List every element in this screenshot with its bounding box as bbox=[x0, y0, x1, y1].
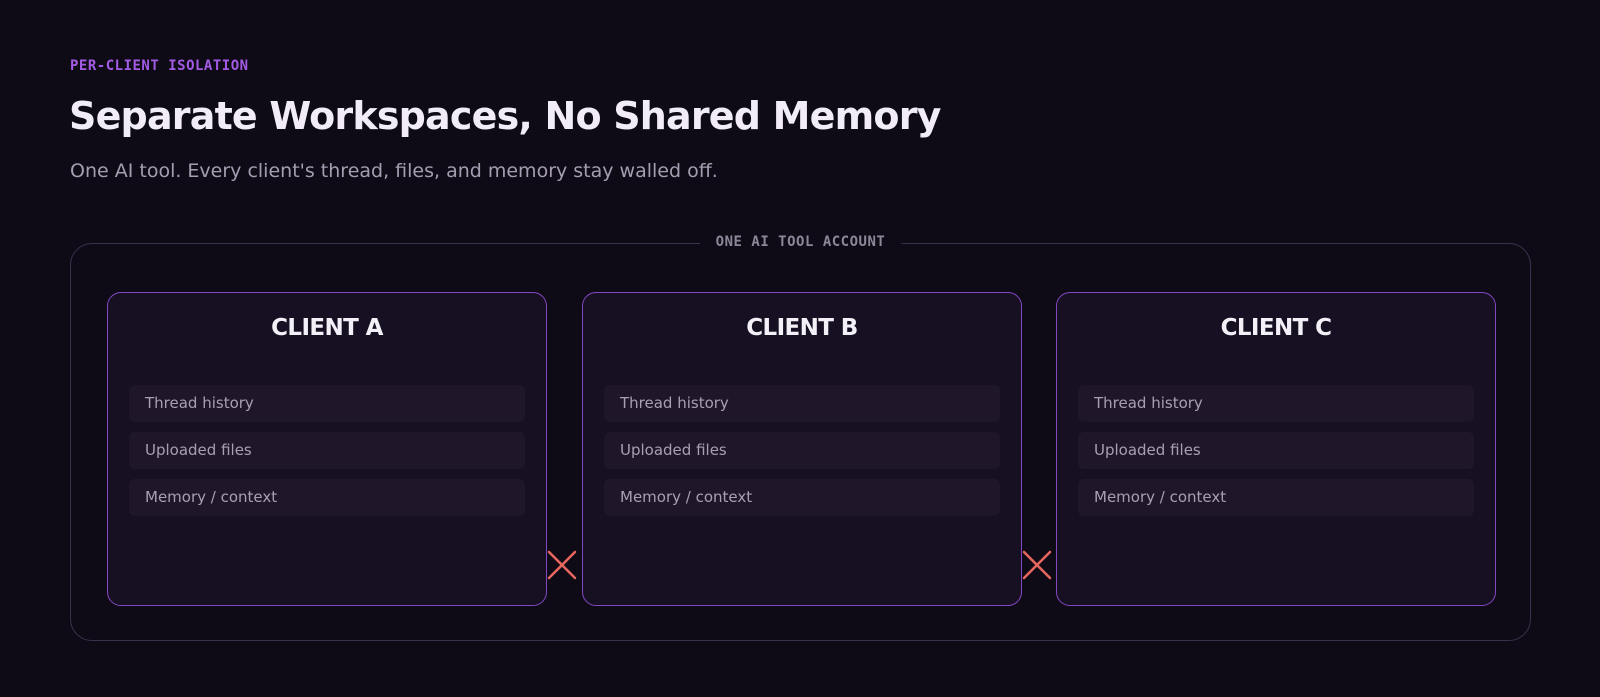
workspace-isolation-diagram: PER-CLIENT ISOLATION Separate Workspaces… bbox=[0, 0, 1600, 697]
client-title: CLIENT C bbox=[1220, 315, 1332, 341]
thread-history-item: Thread history bbox=[1078, 385, 1474, 422]
client-b-workspace: CLIENT B Thread history Uploaded files M… bbox=[582, 292, 1022, 606]
client-title: CLIENT A bbox=[271, 315, 383, 341]
page-title: Separate Workspaces, No Shared Memory bbox=[69, 94, 941, 138]
memory-context-item: Memory / context bbox=[604, 479, 1000, 516]
page-subtitle: One AI tool. Every client's thread, file… bbox=[70, 160, 718, 182]
client-title: CLIENT B bbox=[746, 315, 858, 341]
thread-history-item: Thread history bbox=[604, 385, 1000, 422]
uploaded-files-item: Uploaded files bbox=[604, 432, 1000, 469]
thread-history-item: Thread history bbox=[129, 385, 525, 422]
cross-icon bbox=[1022, 550, 1052, 580]
memory-context-item: Memory / context bbox=[1078, 479, 1474, 516]
uploaded-files-item: Uploaded files bbox=[1078, 432, 1474, 469]
memory-context-item: Memory / context bbox=[129, 479, 525, 516]
eyebrow-label: PER-CLIENT ISOLATION bbox=[70, 58, 249, 74]
cross-icon bbox=[547, 550, 577, 580]
client-c-workspace: CLIENT C Thread history Uploaded files M… bbox=[1056, 292, 1496, 606]
client-a-workspace: CLIENT A Thread history Uploaded files M… bbox=[107, 292, 547, 606]
uploaded-files-item: Uploaded files bbox=[129, 432, 525, 469]
account-label: ONE AI TOOL ACCOUNT bbox=[699, 234, 902, 250]
